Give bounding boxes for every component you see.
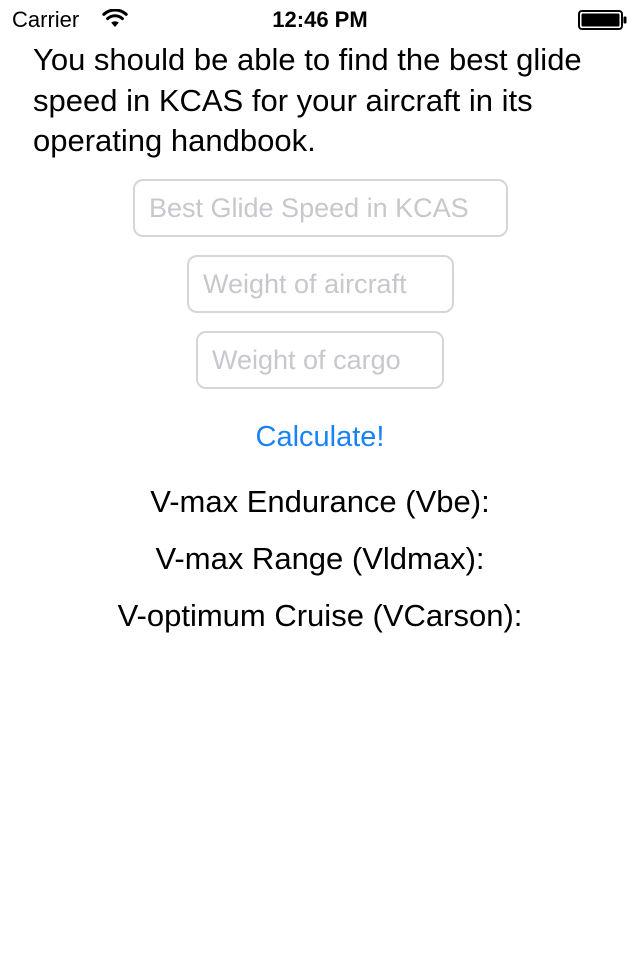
best-glide-speed-input[interactable] bbox=[133, 179, 508, 237]
instruction-text: You should be able to find the best glid… bbox=[33, 42, 582, 158]
aircraft-weight-input[interactable] bbox=[187, 255, 454, 313]
result-range-label: V-max Range (Vldmax): bbox=[155, 541, 485, 576]
battery-icon bbox=[578, 10, 627, 30]
result-endurance-label: V-max Endurance (Vbe): bbox=[150, 484, 490, 519]
calculate-button[interactable]: Calculate! bbox=[220, 414, 420, 460]
cargo-weight-input[interactable] bbox=[196, 331, 444, 389]
status-bar: Carrier 12:46 PM bbox=[0, 0, 640, 40]
status-time: 12:46 PM bbox=[272, 7, 368, 32]
result-cruise-label: V-optimum Cruise (VCarson): bbox=[117, 598, 523, 633]
